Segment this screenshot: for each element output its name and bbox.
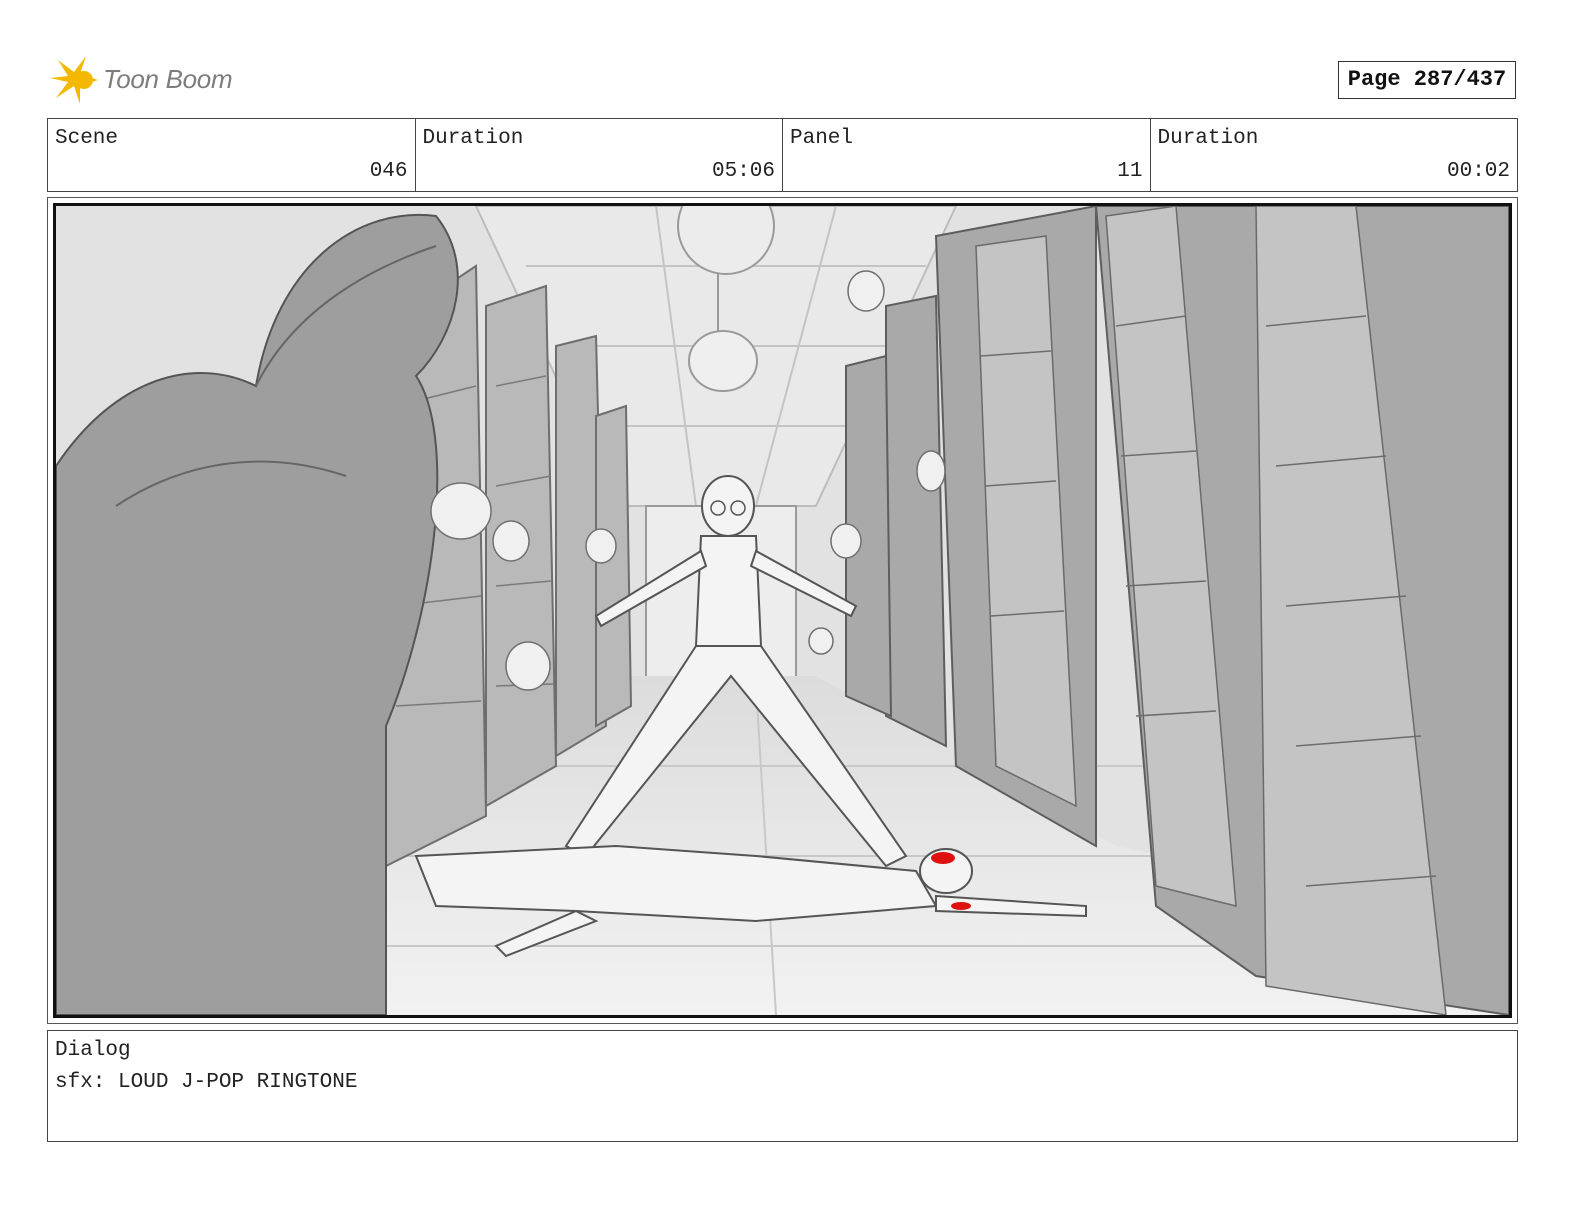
panel-duration-value: 00:02	[1446, 160, 1510, 183]
toon-boom-logo: Toon Boom	[50, 52, 250, 110]
dialog-box: Dialog sfx: LOUD J-POP RINGTONE	[47, 1030, 1518, 1142]
page-number: Page 287/437	[1338, 61, 1516, 99]
panel-duration-label: Duration	[1157, 127, 1259, 150]
scene-label: Scene	[55, 127, 119, 150]
scene-cell: Scene 046	[48, 119, 416, 191]
scene-duration-value: 05:06	[711, 160, 775, 183]
panel-duration-cell: Duration 00:02	[1151, 119, 1518, 191]
info-row: Scene 046 Duration 05:06 Panel 11 Durati…	[47, 118, 1518, 192]
dialog-label: Dialog	[55, 1039, 131, 1062]
panel-image	[53, 203, 1512, 1018]
panel-label: Panel	[790, 127, 854, 150]
scene-duration-cell: Duration 05:06	[416, 119, 783, 191]
panel-cell: Panel 11	[783, 119, 1151, 191]
logo-text: Toon Boom	[103, 64, 233, 94]
scene-value: 046	[369, 160, 408, 183]
scene-duration-label: Duration	[422, 127, 524, 150]
library-scene-sketch	[56, 206, 1509, 1015]
dialog-text: sfx: LOUD J-POP RINGTONE	[55, 1071, 358, 1094]
starburst-icon	[50, 56, 98, 104]
panel-value: 11	[1117, 160, 1143, 183]
